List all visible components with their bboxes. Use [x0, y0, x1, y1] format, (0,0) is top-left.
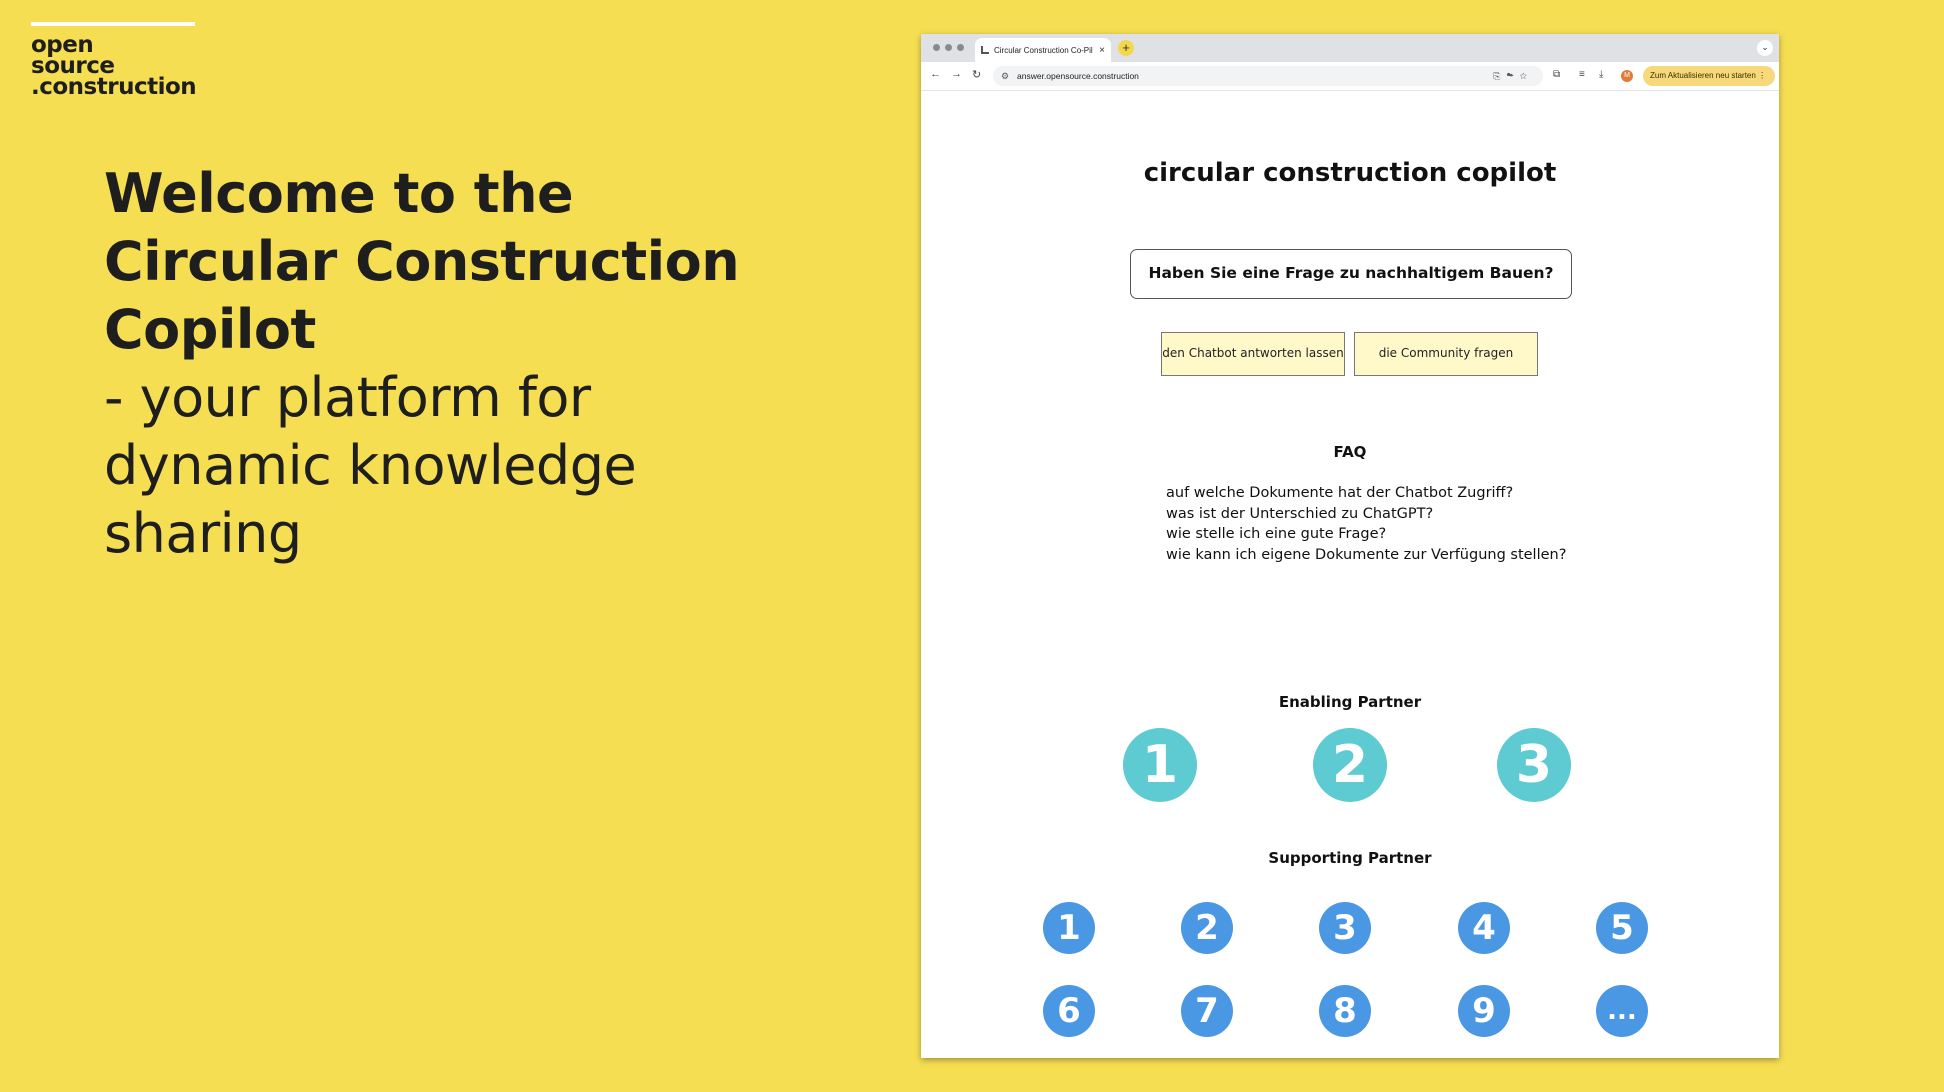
faq-item[interactable]: auf welche Dokumente hat der Chatbot Zug… [1166, 483, 1566, 504]
faq-list: auf welche Dokumente hat der Chatbot Zug… [1166, 483, 1566, 565]
minimize-window-dot[interactable] [945, 44, 952, 51]
headline-bold-line-1: Welcome to the [104, 162, 574, 225]
address-url: answer.opensource.construction [1017, 71, 1139, 81]
headline-bold-line-2: Circular Construction [104, 230, 740, 293]
faq-title: FAQ [1333, 443, 1367, 461]
close-window-dot[interactable] [933, 44, 940, 51]
headline-regular-line-3: sharing [104, 502, 302, 565]
headline-regular-line-2: dynamic knowledge [104, 434, 637, 497]
page-title: circular construction copilot [1143, 158, 1557, 188]
address-bar[interactable]: ⚙ answer.opensource.construction ⎘☁☆ [993, 66, 1543, 86]
new-tab-plus-icon[interactable]: + [1118, 40, 1134, 56]
supporting-partner-placeholder[interactable]: 1 [1043, 902, 1095, 954]
tab-close-icon[interactable]: × [1099, 45, 1105, 56]
enabling-partner-title: Enabling Partner [1278, 693, 1422, 711]
supporting-partner-placeholder[interactable]: 6 [1043, 985, 1095, 1037]
enabling-partner-placeholder[interactable]: 1 [1123, 728, 1197, 802]
slide-headline: Welcome to the Circular Construction Cop… [104, 160, 824, 568]
reload-icon[interactable]: ↻ [972, 68, 981, 81]
media-control-icon[interactable]: ≡ [1579, 69, 1585, 80]
enabling-partner-placeholder[interactable]: 3 [1497, 728, 1571, 802]
headline-bold-line-3: Copilot [104, 298, 316, 361]
ask-community-button[interactable]: die Community fragen [1354, 332, 1538, 376]
more-partners-ellipsis[interactable]: ... [1596, 985, 1648, 1037]
headline-regular-line-1: - your platform for [104, 366, 591, 429]
ask-chatbot-button[interactable]: den Chatbot antworten lassen [1161, 332, 1345, 376]
logo-line-3: .construction [31, 74, 197, 100]
tab-favicon-icon [981, 46, 989, 54]
profile-avatar[interactable]: M [1621, 70, 1633, 82]
page-content: circular construction copilot Haben Sie … [921, 91, 1779, 1058]
supporting-partner-placeholder[interactable]: 7 [1181, 985, 1233, 1037]
question-input[interactable]: Haben Sie eine Frage zu nachhaltigem Bau… [1130, 249, 1572, 299]
faq-item[interactable]: wie kann ich eigene Dokumente zur Verfüg… [1166, 545, 1566, 566]
faq-item[interactable]: wie stelle ich eine gute Frage? [1166, 524, 1566, 545]
tab-title: Circular Construction Co-Pil [994, 45, 1093, 55]
enabling-partner-placeholder[interactable]: 2 [1313, 728, 1387, 802]
update-restart-label: Zum Aktualisieren neu starten [1650, 71, 1756, 80]
update-restart-button[interactable]: Zum Aktualisieren neu starten ⋮ [1643, 66, 1775, 86]
supporting-partner-placeholder[interactable]: 3 [1319, 902, 1371, 954]
supporting-partner-placeholder[interactable]: 9 [1458, 985, 1510, 1037]
tab-bar: Circular Construction Co-Pil × + ⌄ [921, 34, 1779, 62]
supporting-partner-title: Supporting Partner [1268, 849, 1432, 867]
faq-item[interactable]: was ist der Unterschied zu ChatGPT? [1166, 504, 1566, 525]
tab-list-chevron-icon[interactable]: ⌄ [1757, 40, 1773, 56]
supporting-partner-placeholder[interactable]: 4 [1458, 902, 1510, 954]
supporting-partner-placeholder[interactable]: 8 [1319, 985, 1371, 1037]
supporting-partner-placeholder[interactable]: 5 [1596, 902, 1648, 954]
supporting-partner-placeholder[interactable]: 2 [1181, 902, 1233, 954]
translate-install-bookmark-icons[interactable]: ⎘☁☆ [1493, 66, 1533, 86]
browser-window: Circular Construction Co-Pil × + ⌄ ← → ↻… [921, 34, 1779, 1058]
browser-toolbar: ← → ↻ ⚙ answer.opensource.construction ⎘… [921, 62, 1779, 91]
site-info-icon[interactable]: ⚙ [1001, 66, 1009, 86]
extensions-puzzle-icon[interactable]: ⧉ [1553, 69, 1560, 80]
back-arrow-icon[interactable]: ← [930, 68, 941, 80]
window-controls [933, 44, 964, 51]
downloads-icon[interactable]: ⤓ [1599, 69, 1603, 80]
logo-bar [31, 22, 195, 26]
forward-arrow-icon[interactable]: → [951, 68, 962, 80]
maximize-window-dot[interactable] [957, 44, 964, 51]
opensource-construction-logo: open source .construction [31, 22, 197, 100]
browser-tab-active[interactable]: Circular Construction Co-Pil × [975, 38, 1111, 62]
